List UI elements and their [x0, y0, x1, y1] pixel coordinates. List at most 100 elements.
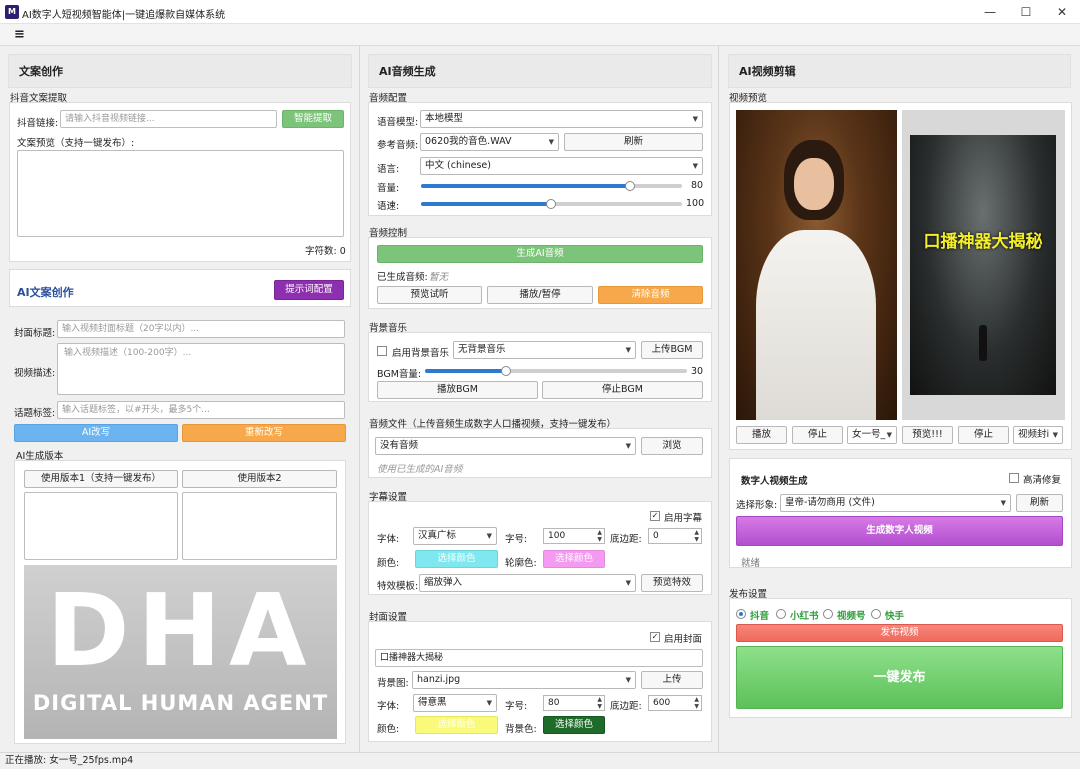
- subtitle-color-button[interactable]: 选择颜色: [415, 550, 498, 568]
- version1-text[interactable]: [24, 492, 178, 560]
- cover-font-label: 字体:: [377, 701, 400, 712]
- generate-video-button[interactable]: 生成数字人视频: [736, 516, 1063, 546]
- subtitle-font-select[interactable]: 汉真广标 ▼: [413, 527, 497, 545]
- play-bgm-button[interactable]: 播放BGM: [377, 381, 538, 399]
- enable-subtitle-label: 启用字幕: [664, 513, 703, 524]
- subtitle-size-spinbox[interactable]: 100 ▲ ▼: [543, 528, 605, 544]
- cover-color-label: 颜色:: [377, 724, 400, 735]
- generated-audio-value: 暂无: [429, 272, 449, 283]
- copy-preview-textarea[interactable]: [17, 150, 344, 237]
- ref-audio-select[interactable]: 0620我的音色.WAV ▼: [420, 133, 559, 151]
- outline-label: 轮廓色:: [505, 558, 537, 569]
- voice-model-select[interactable]: 本地模型 ▼: [420, 110, 703, 128]
- copywriting-panel: 文案创作 抖音文案提取 抖音链接: 请输入抖音视频链接... 智能提取 文案预览…: [0, 46, 360, 754]
- dha-logo-image: DHA DIGITAL HUMAN AGENT: [24, 565, 337, 739]
- rewrite-again-button[interactable]: 重新改写: [182, 424, 346, 442]
- video-desc-textarea[interactable]: 输入视频描述（100-200字）...: [57, 343, 345, 395]
- platform-radio-0[interactable]: [736, 609, 746, 619]
- clear-audio-button[interactable]: 清除音频: [598, 286, 703, 304]
- avatar-video-select[interactable]: 女一号_ ▼: [847, 426, 897, 444]
- enable-bgm-checkbox[interactable]: [377, 346, 387, 356]
- audio-panel: AI音频生成 音频配置 语音模型: 本地模型 ▼ 参考音频: 0620我的音色.W…: [360, 46, 719, 754]
- upload-button[interactable]: 上传: [641, 671, 703, 689]
- size-label: 字号:: [505, 534, 528, 545]
- platform-radio-2[interactable]: [823, 609, 833, 619]
- panel-title: 文案创作: [8, 54, 352, 88]
- logo-main-text: DHA: [46, 572, 315, 689]
- enable-subtitle-checkbox[interactable]: ✓: [650, 511, 660, 521]
- close-button[interactable]: ✕: [1044, 0, 1080, 24]
- version2-text[interactable]: [182, 492, 337, 560]
- language-select[interactable]: 中文 (chinese) ▼: [420, 157, 703, 175]
- preview-listen-button[interactable]: 预览试听: [377, 286, 482, 304]
- audio-file-select[interactable]: 没有音频 ▼: [375, 437, 636, 455]
- prompt-config-button[interactable]: 提示词配置: [274, 280, 344, 300]
- menu-bar: ≡: [0, 24, 1080, 46]
- effect-label: 特效模板:: [377, 581, 419, 592]
- subtitle-margin-spinbox[interactable]: 0 ▲ ▼: [648, 528, 702, 544]
- bgm-volume-slider-handle[interactable]: [501, 366, 511, 376]
- bg-color-button[interactable]: 选择颜色: [543, 716, 605, 734]
- play-pause-button[interactable]: 播放/暂停: [487, 286, 593, 304]
- cover-size-label: 字号:: [505, 701, 528, 712]
- preview-cover-button[interactable]: 预览!!!: [902, 426, 953, 444]
- publish-video-button[interactable]: 发布视频: [736, 624, 1063, 642]
- generate-audio-button[interactable]: 生成AI音频: [377, 245, 703, 263]
- refresh-button[interactable]: 刷新: [564, 133, 703, 151]
- preview-effect-button[interactable]: 预览特效: [641, 574, 703, 592]
- ai-rewrite-button[interactable]: AI改写: [14, 424, 178, 442]
- outline-color-button[interactable]: 选择颜色: [543, 550, 605, 568]
- panel-title: AI视频剪辑: [728, 54, 1071, 88]
- speed-label: 语速:: [377, 201, 400, 212]
- desc-label: 视频描述:: [14, 368, 56, 379]
- bg-color-label: 背景色:: [505, 724, 537, 735]
- cover-margin-spinbox[interactable]: 600 ▲ ▼: [648, 695, 702, 711]
- status-text: 就绪: [741, 558, 761, 569]
- cover-margin-label: 底边距:: [610, 701, 642, 712]
- douyin-link-input[interactable]: 请输入抖音视频链接...: [60, 110, 277, 128]
- cover-text-input[interactable]: 口播神器大揭秘: [375, 649, 703, 667]
- enable-cover-label: 启用封面: [664, 634, 703, 645]
- stop-button[interactable]: 停止: [792, 426, 843, 444]
- one-click-publish-button[interactable]: 一键发布: [736, 646, 1063, 709]
- avatar-video-frame: [736, 110, 897, 420]
- cover-color-button[interactable]: 选择颜色: [415, 716, 498, 734]
- enable-bgm-label: 启用背景音乐: [392, 348, 450, 359]
- menu-icon[interactable]: ≡: [14, 27, 25, 42]
- hd-fix-checkbox[interactable]: [1009, 473, 1019, 483]
- lang-label: 语言:: [377, 164, 400, 175]
- platform-label-3: 快手: [885, 611, 905, 622]
- cover-title-input[interactable]: 输入视频封面标题（20字以内）...: [57, 320, 345, 338]
- effect-template-select[interactable]: 缩放弹入 ▼: [419, 574, 636, 592]
- stop-preview-button[interactable]: 停止: [958, 426, 1009, 444]
- use-version2-button[interactable]: 使用版本2: [182, 470, 337, 488]
- browse-button[interactable]: 浏览: [641, 437, 703, 455]
- speed-slider-handle[interactable]: [546, 199, 556, 209]
- extract-button[interactable]: 智能提取: [282, 110, 344, 128]
- cover-size-spinbox[interactable]: 80 ▲ ▼: [543, 695, 605, 711]
- enable-cover-checkbox[interactable]: ✓: [650, 632, 660, 642]
- minimize-button[interactable]: —: [972, 0, 1008, 24]
- video-cover-select[interactable]: 视频封i ▼: [1013, 426, 1063, 444]
- maximize-button[interactable]: ☐: [1008, 0, 1044, 24]
- platform-radio-3[interactable]: [871, 609, 881, 619]
- bgm-select[interactable]: 无背景音乐 ▼: [453, 341, 636, 359]
- upload-bgm-button[interactable]: 上传BGM: [641, 341, 703, 359]
- bg-image-select[interactable]: hanzi.jpg ▼: [412, 671, 636, 689]
- tags-input[interactable]: 输入话题标签，以#开头，最多5个...: [57, 401, 345, 419]
- avatar-select[interactable]: 皇帝-请勿商用 (文件) ▼: [780, 494, 1011, 512]
- play-button[interactable]: 播放: [736, 426, 787, 444]
- platform-radio-1[interactable]: [776, 609, 786, 619]
- preview-label: 文案预览（支持一键发布）:: [17, 138, 135, 149]
- use-version1-button[interactable]: 使用版本1（支持一键发布）: [24, 470, 178, 488]
- refresh-avatar-button[interactable]: 刷新: [1016, 494, 1063, 512]
- panel-title: AI音频生成: [368, 54, 712, 88]
- stop-bgm-button[interactable]: 停止BGM: [542, 381, 703, 399]
- platform-label-0: 抖音: [750, 611, 770, 622]
- volume-label: 音量:: [377, 183, 400, 194]
- cover-title-label: 封面标题:: [14, 328, 56, 339]
- cover-font-select[interactable]: 得意黑 ▼: [413, 694, 497, 712]
- bg-image-label: 背景图:: [377, 678, 409, 689]
- volume-slider-handle[interactable]: [625, 181, 635, 191]
- color-label: 颜色:: [377, 558, 400, 569]
